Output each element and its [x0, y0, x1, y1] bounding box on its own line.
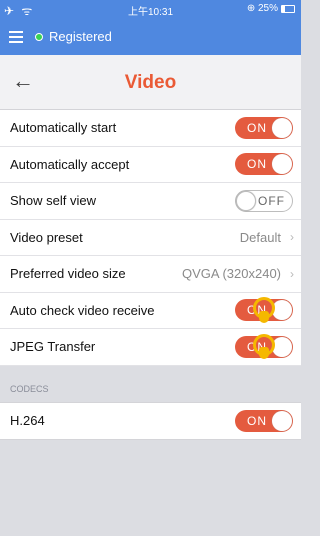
- codecs-list: H.264 ON: [0, 402, 301, 440]
- preferred-video-size-value: QVGA (320x240): [182, 266, 281, 282]
- toggle-knob: [272, 300, 292, 321]
- codec-row-h264: H.264 ON: [0, 403, 301, 439]
- chevron-right-icon: ›: [290, 266, 294, 281]
- registration-status-dot-icon: [35, 32, 43, 41]
- toggle-state-label: ON: [247, 120, 267, 135]
- toggle-state-label: OFF: [258, 193, 285, 208]
- setting-row-video-preset[interactable]: Video preset Default ›: [0, 220, 301, 256]
- section-label: CODECS: [10, 384, 49, 394]
- chevron-right-icon: ›: [290, 230, 294, 245]
- status-bar: ✈ ᯤ 上午10:31 ⊕ 25%: [0, 0, 301, 18]
- setting-label: Automatically accept: [10, 156, 130, 172]
- video-preset-value: Default: [239, 229, 281, 245]
- registration-status-text: Registered: [49, 29, 112, 44]
- video-settings-list: Automatically start ON Automatically acc…: [0, 110, 301, 366]
- battery-icon: [281, 4, 295, 13]
- toggle-knob: [272, 154, 292, 175]
- setting-label: Preferred video size: [10, 266, 126, 282]
- setting-row-preferred-video-size[interactable]: Preferred video size QVGA (320x240) ›: [0, 256, 301, 293]
- toggle-knob: [236, 190, 256, 211]
- automatically-accept-toggle[interactable]: ON: [235, 153, 293, 176]
- pointing-hand-icon: [259, 310, 269, 323]
- setting-row-show-self-view: Show self view OFF: [0, 183, 301, 220]
- setting-label: Show self view: [10, 193, 96, 209]
- setting-row-automatically-accept: Automatically accept ON: [0, 147, 301, 183]
- setting-row-automatically-start: Automatically start ON: [0, 110, 301, 147]
- toggle-knob: [272, 117, 292, 138]
- top-bar: Registered: [0, 18, 301, 55]
- automatically-start-toggle[interactable]: ON: [235, 116, 293, 139]
- setting-label: JPEG Transfer: [10, 339, 96, 355]
- setting-label: Video preset: [10, 229, 83, 245]
- hamburger-menu-icon[interactable]: [9, 30, 23, 43]
- codec-label: H.264: [10, 413, 45, 429]
- toggle-state-label: ON: [247, 413, 267, 428]
- h264-toggle[interactable]: ON: [235, 409, 293, 432]
- toggle-state-label: ON: [247, 157, 267, 172]
- setting-row-auto-check-video-receive: Auto check video receive ON: [0, 293, 301, 329]
- navigation-bar: ← Video: [0, 55, 301, 110]
- setting-row-jpeg-transfer: JPEG Transfer ON: [0, 329, 301, 366]
- battery-percent: ⊕ 25%: [246, 3, 278, 14]
- codecs-section-header: CODECS: [0, 369, 301, 401]
- pointing-hand-icon: [259, 347, 269, 359]
- setting-label: Auto check video receive: [10, 302, 155, 318]
- page-title: Video: [124, 72, 177, 93]
- show-self-view-toggle[interactable]: OFF: [235, 189, 293, 212]
- status-right: ⊕ 25%: [247, 3, 295, 14]
- setting-label: Automatically start: [10, 120, 117, 136]
- toggle-knob: [272, 410, 292, 431]
- toggle-knob: [272, 336, 292, 357]
